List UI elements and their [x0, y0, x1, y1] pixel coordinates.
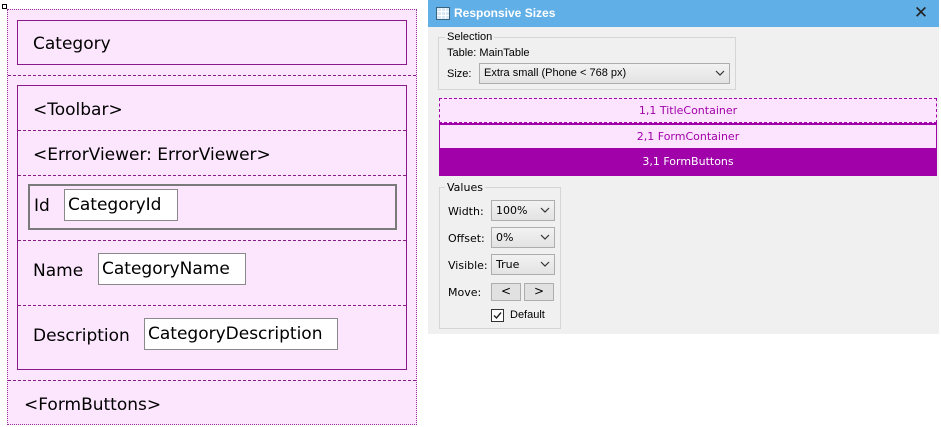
title-container[interactable]: Category	[17, 20, 407, 65]
name-label: Name	[33, 261, 84, 281]
id-row[interactable]: Id CategoryId	[28, 184, 397, 230]
move-right-button[interactable]: >	[524, 283, 554, 301]
dialog-titlebar[interactable]: Responsive Sizes ✕	[428, 0, 939, 27]
selection-group-title: Selection	[445, 31, 495, 43]
move-label: Move:	[448, 286, 482, 299]
row-label: 2,1 FormContainer	[636, 130, 740, 143]
divider	[18, 175, 406, 176]
toolbar-placeholder[interactable]: <Toolbar>	[33, 100, 123, 120]
divider	[18, 130, 406, 131]
close-icon[interactable]: ✕	[912, 3, 930, 23]
default-label: Default	[510, 309, 545, 321]
row-title-container[interactable]: 1,1 TitleContainer	[439, 98, 937, 123]
description-label: Description	[33, 326, 130, 346]
form-designer-canvas[interactable]: Category <Toolbar> <ErrorViewer: ErrorVi…	[7, 9, 417, 425]
chevron-down-icon	[540, 234, 550, 240]
divider	[8, 380, 416, 381]
divider	[18, 240, 406, 241]
row-label: 1,1 TitleContainer	[638, 104, 738, 117]
id-label: Id	[34, 196, 50, 216]
error-viewer-placeholder[interactable]: <ErrorViewer: ErrorViewer>	[33, 145, 271, 165]
title-container-label: Category	[33, 34, 111, 54]
table-name-text: Table: MainTable	[447, 47, 530, 59]
size-select-value: Extra small (Phone < 768 px)	[484, 67, 627, 79]
category-name-field[interactable]: CategoryName	[98, 253, 246, 285]
form-buttons-placeholder[interactable]: <FormButtons>	[24, 395, 161, 415]
offset-label: Offset:	[448, 232, 485, 245]
row-form-buttons[interactable]: 3,1 FormButtons	[439, 149, 937, 176]
divider	[8, 75, 416, 76]
chevron-down-icon	[715, 70, 725, 76]
offset-select-value: 0%	[496, 231, 514, 244]
selection-handle[interactable]	[2, 4, 7, 9]
chevron-down-icon	[540, 261, 550, 267]
size-select[interactable]: Extra small (Phone < 768 px)	[479, 63, 730, 84]
size-label: Size:	[447, 68, 472, 80]
values-group-title: Values	[445, 181, 485, 194]
default-checkbox[interactable]	[491, 309, 504, 322]
table-grid-icon	[436, 7, 450, 20]
form-container[interactable]: <Toolbar> <ErrorViewer: ErrorViewer> Id …	[17, 85, 407, 370]
category-id-field[interactable]: CategoryId	[64, 189, 178, 221]
move-left-button[interactable]: <	[491, 283, 521, 301]
chevron-down-icon	[540, 207, 550, 213]
dialog-title: Responsive Sizes	[454, 6, 556, 20]
width-select-value: 100%	[496, 204, 528, 217]
category-description-field[interactable]: CategoryDescription	[144, 318, 338, 350]
visible-select[interactable]: True	[491, 254, 555, 275]
checkmark-icon	[493, 312, 502, 320]
width-select[interactable]: 100%	[491, 200, 555, 221]
width-label: Width:	[448, 205, 484, 218]
visible-select-value: True	[496, 258, 520, 271]
row-form-container[interactable]: 2,1 FormContainer	[439, 123, 937, 149]
divider	[18, 305, 406, 306]
visible-label: Visible:	[448, 259, 488, 272]
offset-select[interactable]: 0%	[491, 227, 555, 248]
row-label: 3,1 FormButtons	[642, 155, 734, 168]
